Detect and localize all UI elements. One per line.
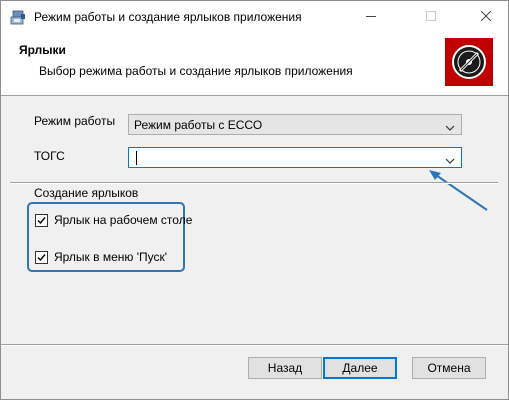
mode-combobox[interactable]: Режим работы с ЕССО (128, 114, 462, 135)
wizard-header: Ярлыки Выбор режима работы и создание яр… (1, 33, 508, 96)
start-menu-shortcut-label: Ярлык в меню 'Пуск' (54, 250, 168, 264)
maximize-button[interactable] (409, 1, 453, 33)
page-subtitle: Выбор режима работы и создание ярлыков п… (39, 64, 353, 78)
minimize-icon (366, 10, 376, 24)
close-button[interactable] (464, 1, 508, 33)
minimize-button[interactable] (349, 1, 393, 33)
installer-app-icon (10, 10, 26, 26)
next-button[interactable]: Далее (323, 357, 397, 379)
desktop-shortcut-checkbox[interactable] (35, 213, 48, 227)
installer-window: Режим работы и создание ярлыков приложен… (0, 0, 509, 400)
shortcuts-group-label: Создание ярлыков (34, 186, 139, 200)
maximize-icon (426, 10, 436, 24)
back-button[interactable]: Назад (248, 357, 322, 379)
desktop-shortcut-checkbox-row[interactable]: Ярлык на рабочем столе (35, 213, 192, 227)
cancel-button[interactable]: Отмена (412, 357, 486, 379)
window-title: Режим работы и создание ярлыков приложен… (34, 10, 302, 24)
annotation-arrow (421, 163, 493, 215)
text-caret (136, 151, 137, 165)
start-menu-shortcut-checkbox-row[interactable]: Ярлык в меню 'Пуск' (35, 250, 167, 264)
togs-label: ТОГС (34, 149, 65, 163)
togs-combobox[interactable] (128, 147, 462, 168)
checkmark-icon (37, 216, 46, 224)
app-logo (445, 38, 493, 86)
chevron-down-icon (445, 154, 455, 164)
mode-selected-value: Режим работы с ЕССО (134, 118, 263, 132)
desktop-shortcut-label: Ярлык на рабочем столе (54, 213, 193, 227)
close-icon (480, 10, 492, 24)
title-bar: Режим работы и создание ярлыков приложен… (1, 1, 508, 33)
start-menu-shortcut-checkbox[interactable] (35, 250, 48, 264)
checkmark-icon (37, 253, 46, 261)
disc-icon (452, 45, 486, 79)
page-title: Ярлыки (19, 43, 66, 57)
chevron-down-icon (445, 121, 455, 131)
footer-divider (1, 344, 508, 346)
mode-label: Режим работы (34, 114, 116, 128)
section-divider (10, 182, 498, 184)
